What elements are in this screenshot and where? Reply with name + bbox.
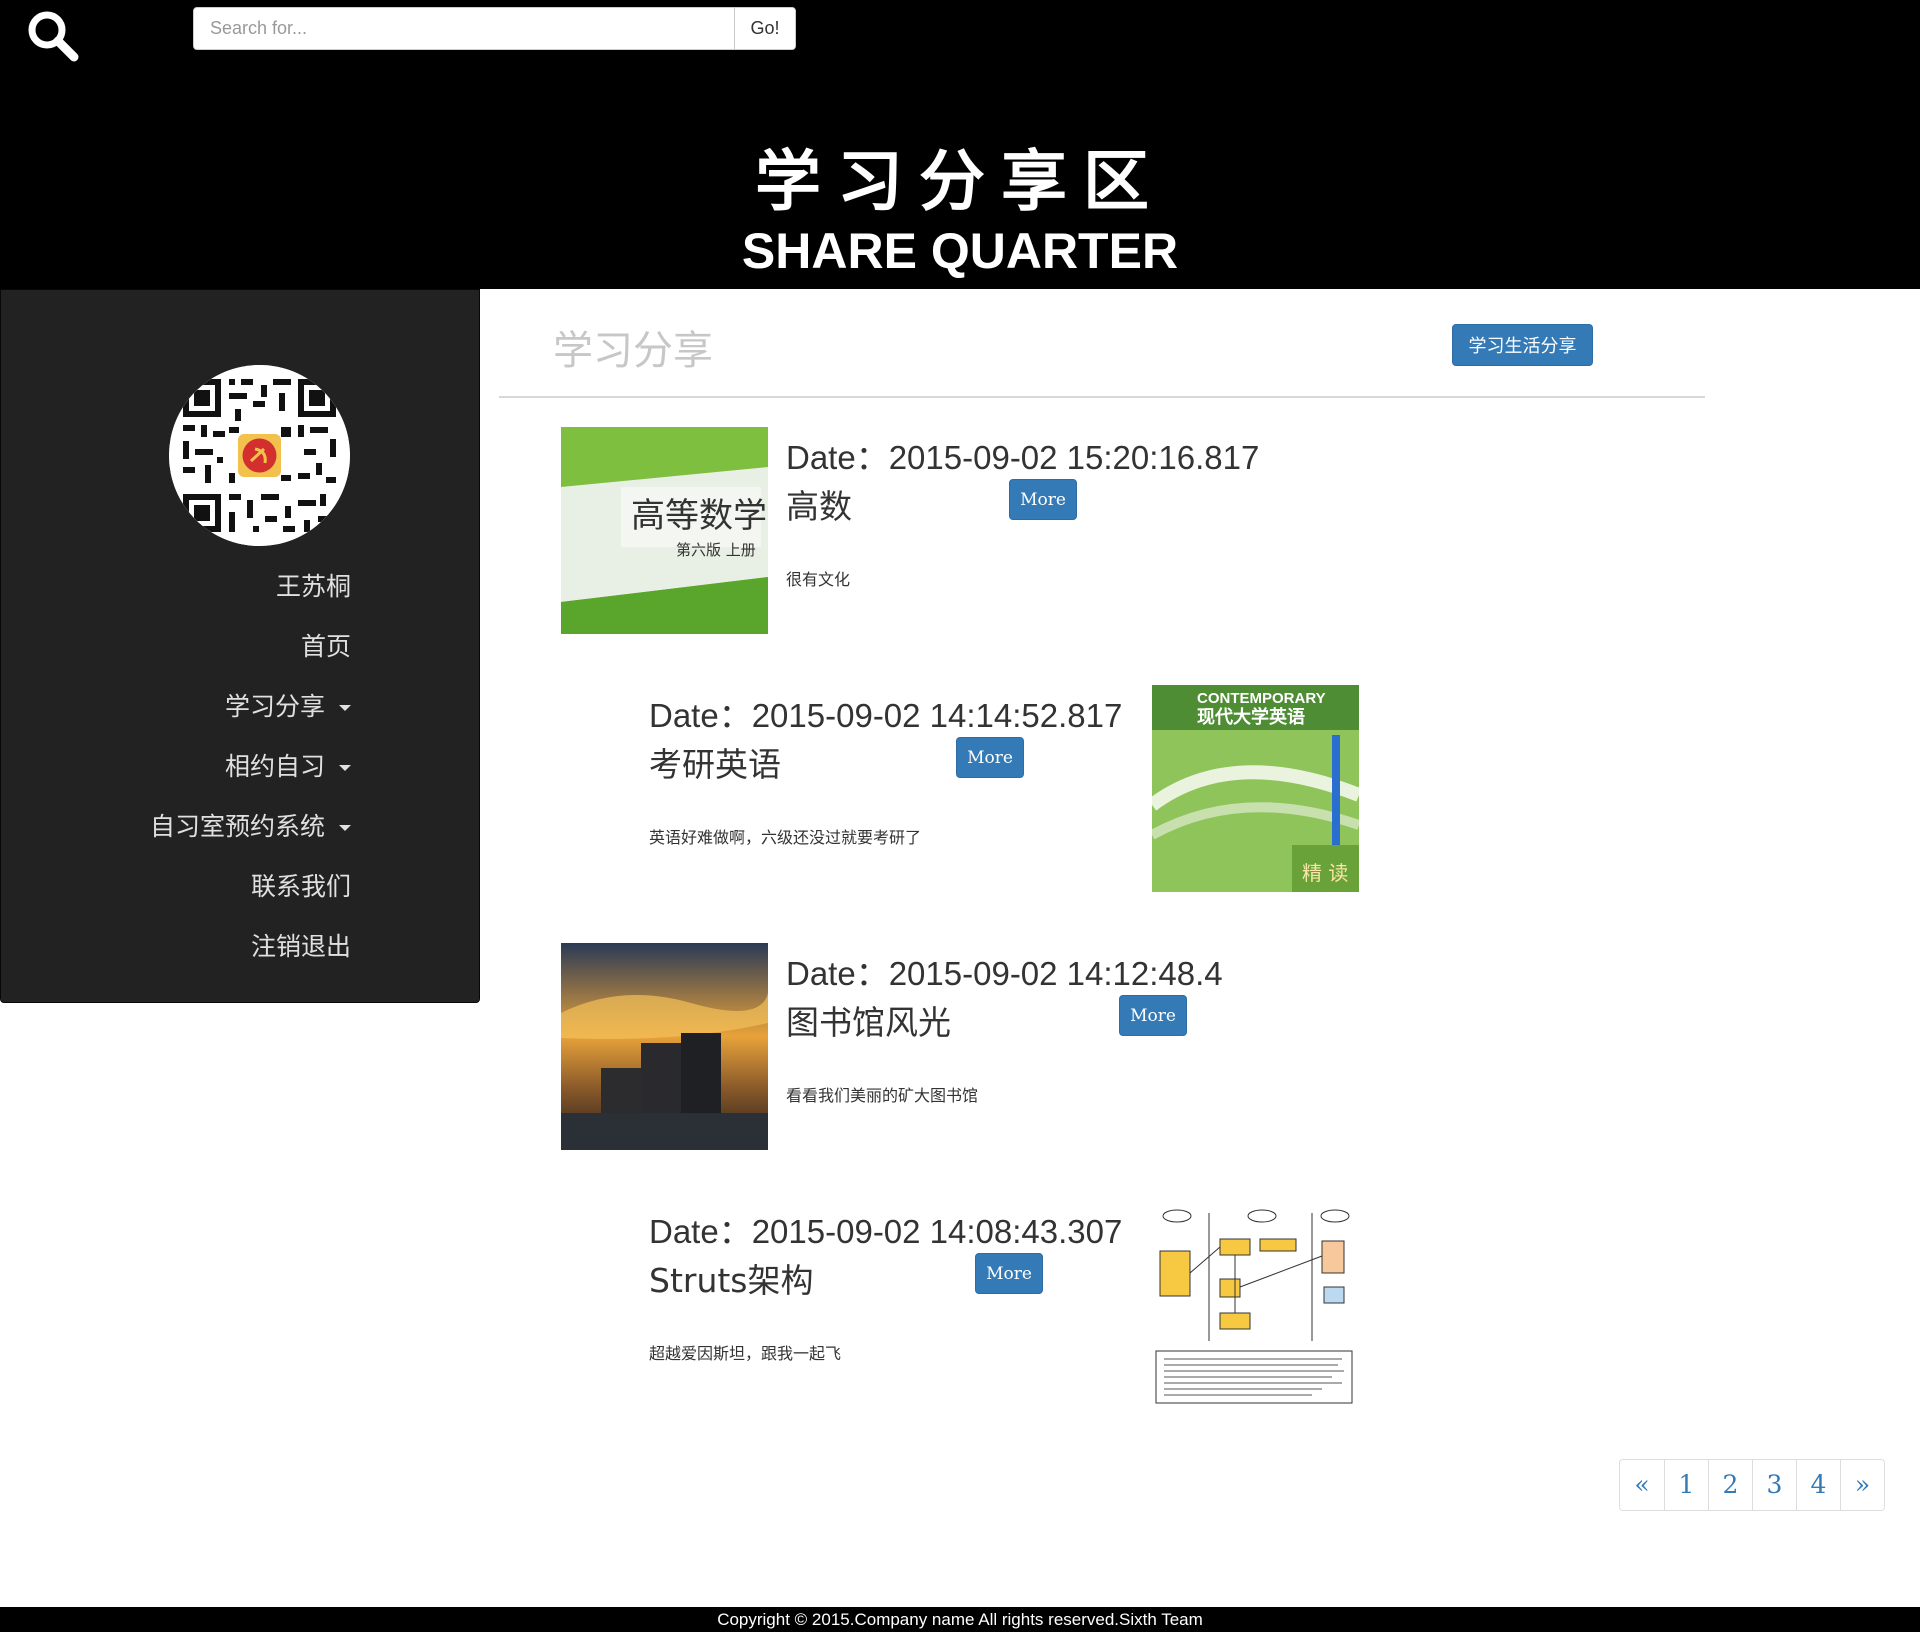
pagination-page-4[interactable]: 4 (1796, 1460, 1840, 1510)
post-date: Date：2015-09-02 14:12:48.4 (786, 955, 1223, 992)
post-date: Date：2015-09-02 14:14:52.817 (649, 697, 1123, 734)
search-input[interactable] (194, 8, 734, 49)
post-title: 考研英语 (649, 745, 781, 784)
pagination-page-3[interactable]: 3 (1752, 1460, 1796, 1510)
share-button[interactable]: 学习生活分享 (1452, 324, 1593, 366)
post-date: Date：2015-09-02 15:20:16.817 (786, 439, 1260, 476)
svg-text:精 读: 精 读 (1302, 861, 1348, 885)
more-button[interactable]: More (975, 1253, 1043, 1294)
post-description: 超越爱因斯坦，跟我一起飞 (649, 1344, 842, 1363)
library-photo (561, 943, 768, 1150)
site-header: Go! 学习分享区 SHARE QUARTER (0, 0, 1920, 289)
post-date: Date：2015-09-02 14:08:43.307 (649, 1213, 1123, 1250)
architecture-diagram-image (1152, 1201, 1359, 1408)
more-button[interactable]: More (1119, 995, 1187, 1036)
post-item: Date：2015-09-02 14:12:48.4 图书馆风光 More 看看… (0, 943, 1920, 1153)
pagination: « 1 2 3 4 » (1619, 1459, 1885, 1511)
post-description: 英语好难做啊，六级还没过就要考研了 (649, 828, 922, 847)
pagination-page-2[interactable]: 2 (1708, 1460, 1752, 1510)
post-description: 很有文化 (786, 570, 851, 589)
svg-text:CONTEMPORARY: CONTEMPORARY (1197, 690, 1326, 707)
post-item: 高等数学 第六版 上册 Date：2015-09-02 15:20:16.817… (0, 427, 1920, 637)
pagination-page-1[interactable]: 1 (1664, 1460, 1708, 1510)
search-go-button[interactable]: Go! (734, 8, 795, 49)
post-item: Date：2015-09-02 14:14:52.817 考研英语 More 英… (0, 685, 1920, 895)
svg-text:现代大学英语: 现代大学英语 (1197, 706, 1305, 728)
section-title: 学习分享 (553, 328, 713, 374)
svg-text:第六版 上册: 第六版 上册 (676, 541, 756, 559)
more-button[interactable]: More (1009, 479, 1077, 520)
post-thumbnail-english-book[interactable]: CONTEMPORARY 现代大学英语 精 读 (1152, 685, 1359, 892)
pagination-prev[interactable]: « (1620, 1460, 1664, 1510)
more-button[interactable]: More (956, 737, 1024, 778)
sidebar: 王苏桐 首页 学习分享 相约自习 自习室预约系统 联系我们 注销退出 (0, 289, 480, 1003)
post-thumbnail-struts-diagram[interactable] (1152, 1201, 1359, 1408)
post-title: Struts架构 (649, 1261, 814, 1300)
footer: Copyright © 2015.Company name All rights… (0, 1607, 1920, 1632)
site-title: 学习分享区 (755, 143, 1165, 220)
post-thumbnail-math-book[interactable]: 高等数学 第六版 上册 (561, 427, 768, 634)
post-thumbnail-library[interactable] (561, 943, 768, 1150)
divider (499, 396, 1705, 398)
post-title: 高数 (786, 487, 852, 526)
book-cover-image: CONTEMPORARY 现代大学英语 精 读 (1152, 685, 1359, 892)
post-item: Date：2015-09-02 14:08:43.307 Struts架构 Mo… (0, 1201, 1920, 1411)
search-bar: Go! (193, 7, 796, 50)
post-description: 看看我们美丽的矿大图书馆 (786, 1086, 979, 1105)
book-cover-image: 高等数学 第六版 上册 (561, 427, 768, 634)
search-icon[interactable] (25, 8, 81, 64)
svg-text:高等数学: 高等数学 (631, 496, 767, 536)
post-title: 图书馆风光 (786, 1003, 951, 1042)
pagination-next[interactable]: » (1840, 1460, 1884, 1510)
site-subtitle: SHARE QUARTER (741, 223, 1179, 279)
